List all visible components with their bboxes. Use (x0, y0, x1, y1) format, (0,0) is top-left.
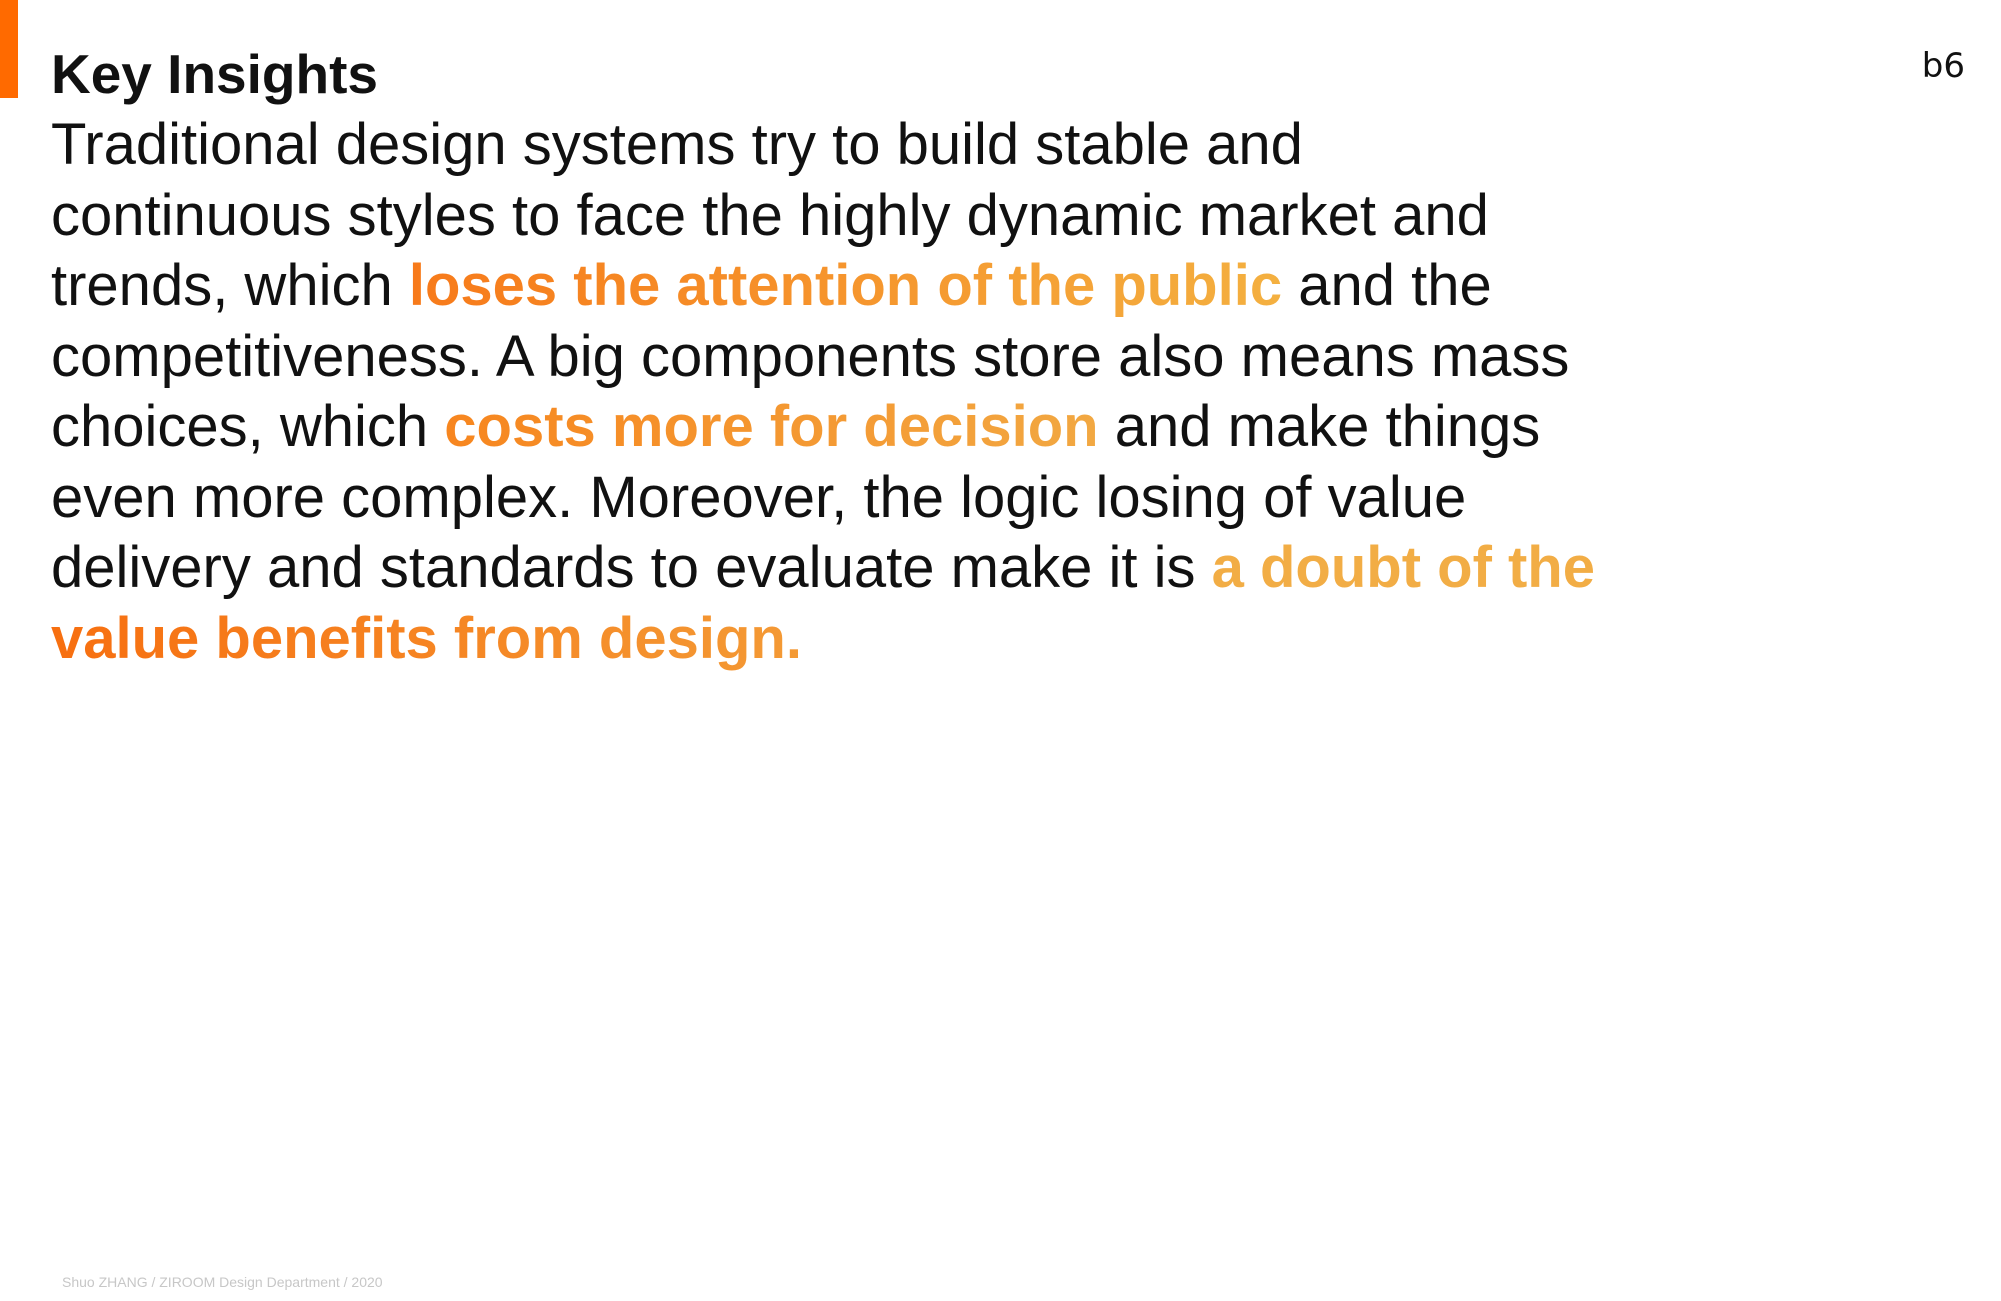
paragraph-line-3: trends, which loses the attention of the… (51, 251, 1751, 322)
accent-bar (0, 0, 18, 98)
paragraph-line-6: even more complex. Moreover, the logic l… (51, 464, 1467, 530)
line-3-text-start: trends, which (51, 253, 409, 318)
paragraph-line-1: Traditional design systems try to build … (51, 112, 1303, 177)
insights-paragraph: Traditional design systems try to build … (51, 110, 1751, 674)
page-title: Key Insights (51, 43, 379, 105)
line-5-text-start: choices, which (51, 394, 445, 459)
highlight-attention: loses the attention of the public (408, 253, 1283, 318)
highlight-doubt: a doubt of the (1211, 535, 1595, 600)
paragraph-line-4: competitiveness. A big components store … (51, 323, 1570, 389)
line-5-text-end: and make things (1098, 394, 1541, 459)
paragraph-line-5: choices, which costs more for decision a… (51, 392, 1751, 463)
insights-content: Key Insights Traditional design systems … (51, 38, 1751, 674)
paragraph-line-2: continuous styles to face the highly dyn… (51, 182, 1489, 248)
footer-credit: Shuo ZHANG / ZIROOM Design Department / … (62, 1274, 383, 1290)
paragraph-line-7: delivery and standards to evaluate make … (51, 533, 1751, 604)
paragraph-line-8: value benefits from design. (51, 604, 1751, 675)
highlight-value-benefits: value benefits from design. (51, 605, 802, 671)
highlight-decision: costs more for decision (444, 394, 1099, 459)
page-number: b6 (1921, 46, 1965, 86)
line-3-text-end: and the (1282, 253, 1492, 318)
line-7-text-start: delivery and standards to evaluate make … (51, 535, 1212, 600)
